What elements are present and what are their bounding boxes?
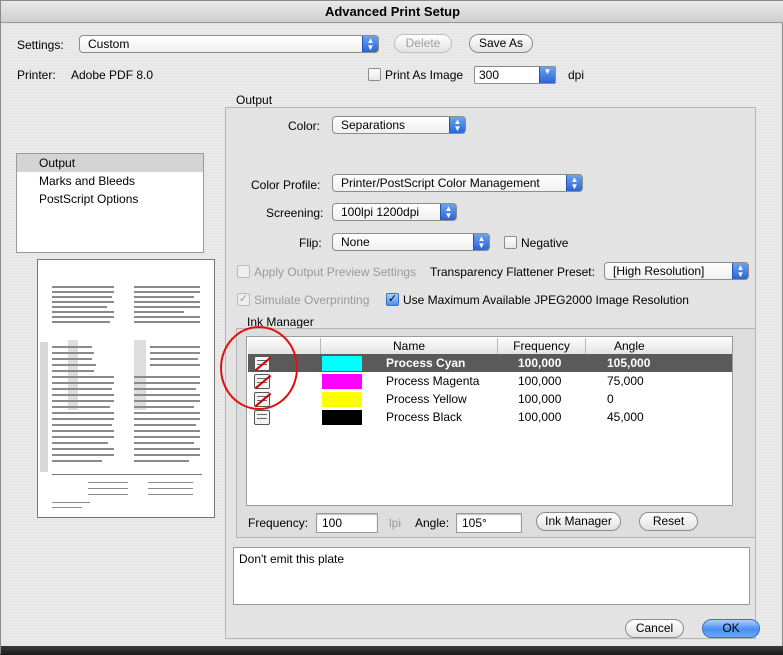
save-as-button[interactable]: Save As (469, 34, 533, 53)
popup-arrows-icon: ▲ ▼ (440, 204, 456, 220)
ink-frequency: 100,000 (518, 410, 562, 424)
settings-popup[interactable]: Custom ▲ ▼ (79, 35, 379, 53)
angle-column-header[interactable]: Angle (585, 338, 732, 355)
ink-frequency: 100,000 (518, 356, 562, 370)
ink-frequency: 100,000 (518, 374, 562, 388)
screening-label: Screening: (266, 206, 324, 220)
frequency-unit: lpi (389, 516, 402, 530)
color-profile-value: Printer/PostScript Color Management (341, 176, 540, 190)
transparency-flattener-label: Transparency Flattener Preset: (430, 265, 595, 279)
flip-popup[interactable]: None ▲ ▼ (332, 233, 490, 251)
dpi-value: 300 (479, 68, 500, 82)
ink-name: Process Magenta (386, 374, 480, 388)
delete-button[interactable]: Delete (394, 34, 452, 53)
popup-arrows-icon: ▲ ▼ (566, 175, 582, 191)
popup-arrows-icon: ▲ ▼ (449, 117, 465, 133)
popup-arrows-icon: ▲ ▼ (362, 36, 378, 52)
ink-manager-button[interactable]: Ink Manager (536, 512, 621, 531)
ink-color-swatch (322, 392, 362, 407)
color-label: Color: (288, 119, 321, 133)
category-list: Output Marks and Bleeds PostScript Optio… (16, 153, 204, 253)
frequency-input[interactable]: 100 (316, 513, 378, 533)
page-preview-thumbnail (37, 259, 215, 518)
screening-value: 100lpi 1200dpi (341, 205, 420, 219)
ink-name: Process Yellow (386, 392, 467, 406)
transparency-flattener-value: [High Resolution] (613, 264, 705, 278)
settings-value: Custom (88, 37, 130, 51)
sidebar-item-output[interactable]: Output (17, 154, 203, 172)
dpi-combobox[interactable]: 300 ▼ (474, 66, 556, 84)
description-text: Don't emit this plate (239, 552, 345, 566)
ink-color-swatch (322, 410, 362, 425)
negative-checkbox[interactable] (504, 236, 517, 249)
ink-angle: 0 (607, 392, 614, 406)
settings-label: Settings: (17, 38, 64, 52)
print-as-image-label: Print As Image (385, 68, 464, 82)
cancel-button[interactable]: Cancel (625, 619, 684, 638)
advanced-print-setup-dialog: Advanced Print Setup Settings: Custom ▲ ▼… (0, 0, 783, 655)
jpeg2000-resolution-checkbox[interactable]: ✓ (386, 293, 399, 306)
ink-row-process-yellow[interactable]: Process Yellow 100,000 0 (248, 390, 732, 408)
color-value: Separations (341, 118, 406, 132)
simulate-overprinting-label: Simulate Overprinting (254, 293, 370, 307)
printer-label: Printer: (17, 68, 56, 82)
ink-row-process-black[interactable]: Process Black 100,000 45,000 (248, 408, 732, 426)
ink-row-process-cyan[interactable]: Process Cyan 100,000 105,000 (248, 354, 732, 372)
apply-output-preview-checkbox[interactable] (237, 265, 250, 278)
print-plate-icon[interactable] (254, 410, 270, 425)
dpi-unit: dpi (568, 68, 585, 82)
flip-label: Flip: (299, 236, 322, 250)
popup-arrows-icon: ▲ ▼ (732, 263, 748, 279)
sidebar-item-marks-and-bleeds[interactable]: Marks and Bleeds (39, 172, 135, 190)
annotation-circle (220, 326, 298, 410)
chevron-down-icon: ▼ (539, 67, 555, 83)
ink-angle: 105,000 (607, 356, 651, 370)
ok-button[interactable]: OK (702, 619, 760, 638)
frequency-label: Frequency: (248, 516, 309, 530)
color-profile-popup[interactable]: Printer/PostScript Color Management ▲ ▼ (332, 174, 583, 192)
sidebar-item-postscript-options[interactable]: PostScript Options (39, 190, 138, 208)
description-box: Don't emit this plate (233, 547, 750, 605)
negative-label: Negative (521, 236, 569, 250)
jpeg2000-resolution-label: Use Maximum Available JPEG2000 Image Res… (403, 293, 689, 307)
transparency-flattener-popup[interactable]: [High Resolution] ▲ ▼ (604, 262, 749, 280)
window-title: Advanced Print Setup (1, 1, 783, 23)
ink-name: Process Cyan (386, 356, 466, 370)
simulate-overprinting-checkbox[interactable]: ✓ (237, 293, 250, 306)
ink-color-swatch (322, 374, 362, 389)
ink-row-process-magenta[interactable]: Process Magenta 100,000 75,000 (248, 372, 732, 390)
reset-button[interactable]: Reset (639, 512, 698, 531)
popup-arrows-icon: ▲ ▼ (473, 234, 489, 250)
ink-name: Process Black (386, 410, 463, 424)
ink-angle: 45,000 (607, 410, 644, 424)
ink-frequency: 100,000 (518, 392, 562, 406)
flip-value: None (341, 235, 370, 249)
ink-color-swatch (322, 356, 362, 371)
print-as-image-checkbox[interactable] (368, 68, 381, 81)
angle-label: Angle: (415, 516, 450, 530)
ink-table: Name Frequency Angle Process Cyan 100,00… (246, 336, 733, 506)
output-group-label: Output (236, 93, 273, 107)
color-popup[interactable]: Separations ▲ ▼ (332, 116, 466, 134)
ink-angle: 75,000 (607, 374, 644, 388)
printer-value: Adobe PDF 8.0 (71, 68, 154, 82)
angle-input[interactable]: 105° (456, 513, 522, 533)
screening-popup[interactable]: 100lpi 1200dpi ▲ ▼ (332, 203, 457, 221)
ink-table-header: Name Frequency Angle (248, 338, 732, 355)
apply-output-preview-label: Apply Output Preview Settings (254, 265, 417, 279)
frequency-column-header[interactable]: Frequency (497, 338, 585, 355)
name-column-header[interactable]: Name (320, 338, 497, 355)
color-profile-label: Color Profile: (251, 178, 321, 192)
